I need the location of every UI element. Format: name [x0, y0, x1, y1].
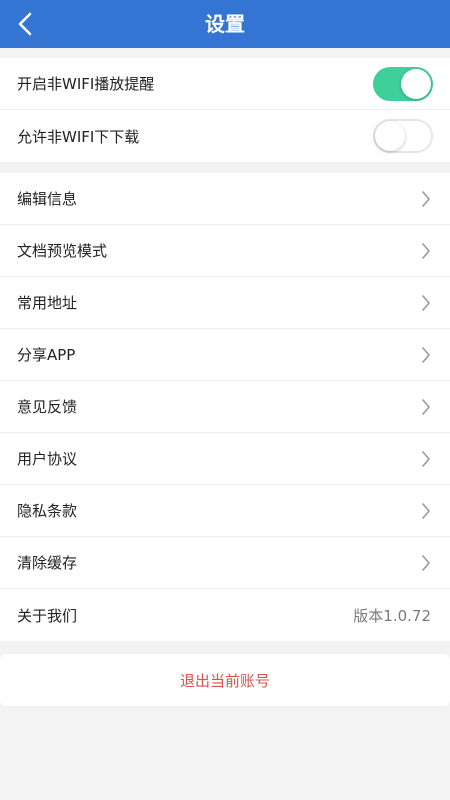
menu-item-doc-preview-mode[interactable]: 文档预览模式 [0, 225, 450, 277]
menu-item-label: 意见反馈 [17, 398, 78, 416]
chevron-right-icon [419, 398, 433, 416]
wifi-download-toggle[interactable] [373, 119, 433, 153]
app-version: 版本1.0.72 [353, 606, 431, 625]
toggle-knob [401, 68, 431, 99]
wifi-play-alert-toggle[interactable] [373, 66, 433, 101]
menu-item-label: 编辑信息 [17, 190, 78, 208]
chevron-right-icon [419, 346, 433, 364]
menu-item-feedback[interactable]: 意见反馈 [0, 381, 450, 433]
menu-item-label: 分享APP [17, 346, 76, 364]
menu-item-label: 文档预览模式 [17, 242, 108, 260]
menu-item-label: 关于我们 [17, 606, 78, 625]
setting-label: 允许非WIFI下下载 [17, 127, 140, 146]
menu-item-privacy-policy[interactable]: 隐私条款 [0, 485, 450, 537]
menu-item-common-address[interactable]: 常用地址 [0, 277, 450, 329]
logout-button[interactable]: 退出当前账号 [0, 654, 450, 706]
setting-label: 开启非WIFI播放提醒 [17, 75, 155, 93]
menu-item-about-us[interactable]: 关于我们 版本1.0.72 [0, 589, 450, 641]
menu-group: 编辑信息 文档预览模式 常用地址 分享APP 意见反馈 用户协议 隐私条款 清除… [0, 173, 450, 641]
menu-item-label: 常用地址 [17, 294, 78, 312]
menu-item-clear-cache[interactable]: 清除缓存 [0, 537, 450, 589]
menu-item-user-agreement[interactable]: 用户协议 [0, 433, 450, 485]
setting-row-wifi-play-alert: 开启非WIFI播放提醒 [0, 58, 450, 110]
chevron-right-icon [419, 450, 433, 468]
menu-item-label: 清除缓存 [17, 554, 78, 572]
menu-item-label: 用户协议 [17, 450, 78, 468]
toggle-group: 开启非WIFI播放提醒 允许非WIFI下下载 [0, 58, 450, 162]
page-title: 设置 [205, 12, 245, 36]
chevron-right-icon [419, 242, 433, 260]
menu-item-edit-info[interactable]: 编辑信息 [0, 173, 450, 225]
chevron-right-icon [419, 294, 433, 312]
setting-row-wifi-download: 允许非WIFI下下载 [0, 110, 450, 162]
chevron-right-icon [419, 190, 433, 208]
menu-item-label: 隐私条款 [17, 502, 78, 520]
top-bar: 设置 [0, 0, 450, 48]
chevron-right-icon [419, 502, 433, 520]
toggle-knob [375, 121, 405, 151]
chevron-right-icon [419, 554, 433, 572]
menu-item-share-app[interactable]: 分享APP [0, 329, 450, 381]
